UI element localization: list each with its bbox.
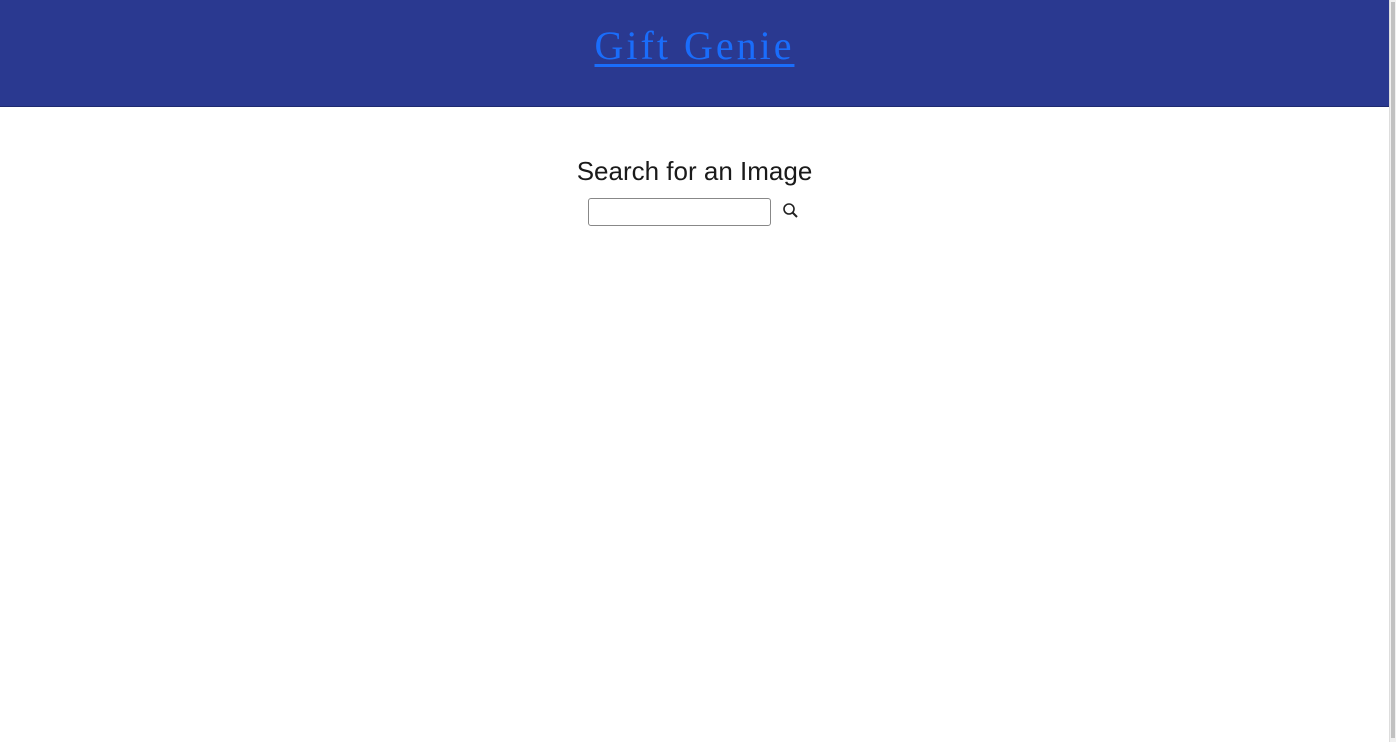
page-title: Search for an Image [576, 156, 813, 186]
brand-link[interactable]: Gift Genie [595, 23, 795, 68]
search-icon [783, 203, 798, 218]
search-form [588, 198, 801, 226]
scrollbar-thumb[interactable] [1391, 2, 1395, 738]
search-input[interactable] [588, 198, 771, 226]
scrollbar[interactable] [1389, 0, 1396, 742]
search-button[interactable] [781, 202, 801, 222]
brand: Gift Genie [0, 22, 1389, 69]
header: Gift Genie [0, 0, 1389, 107]
